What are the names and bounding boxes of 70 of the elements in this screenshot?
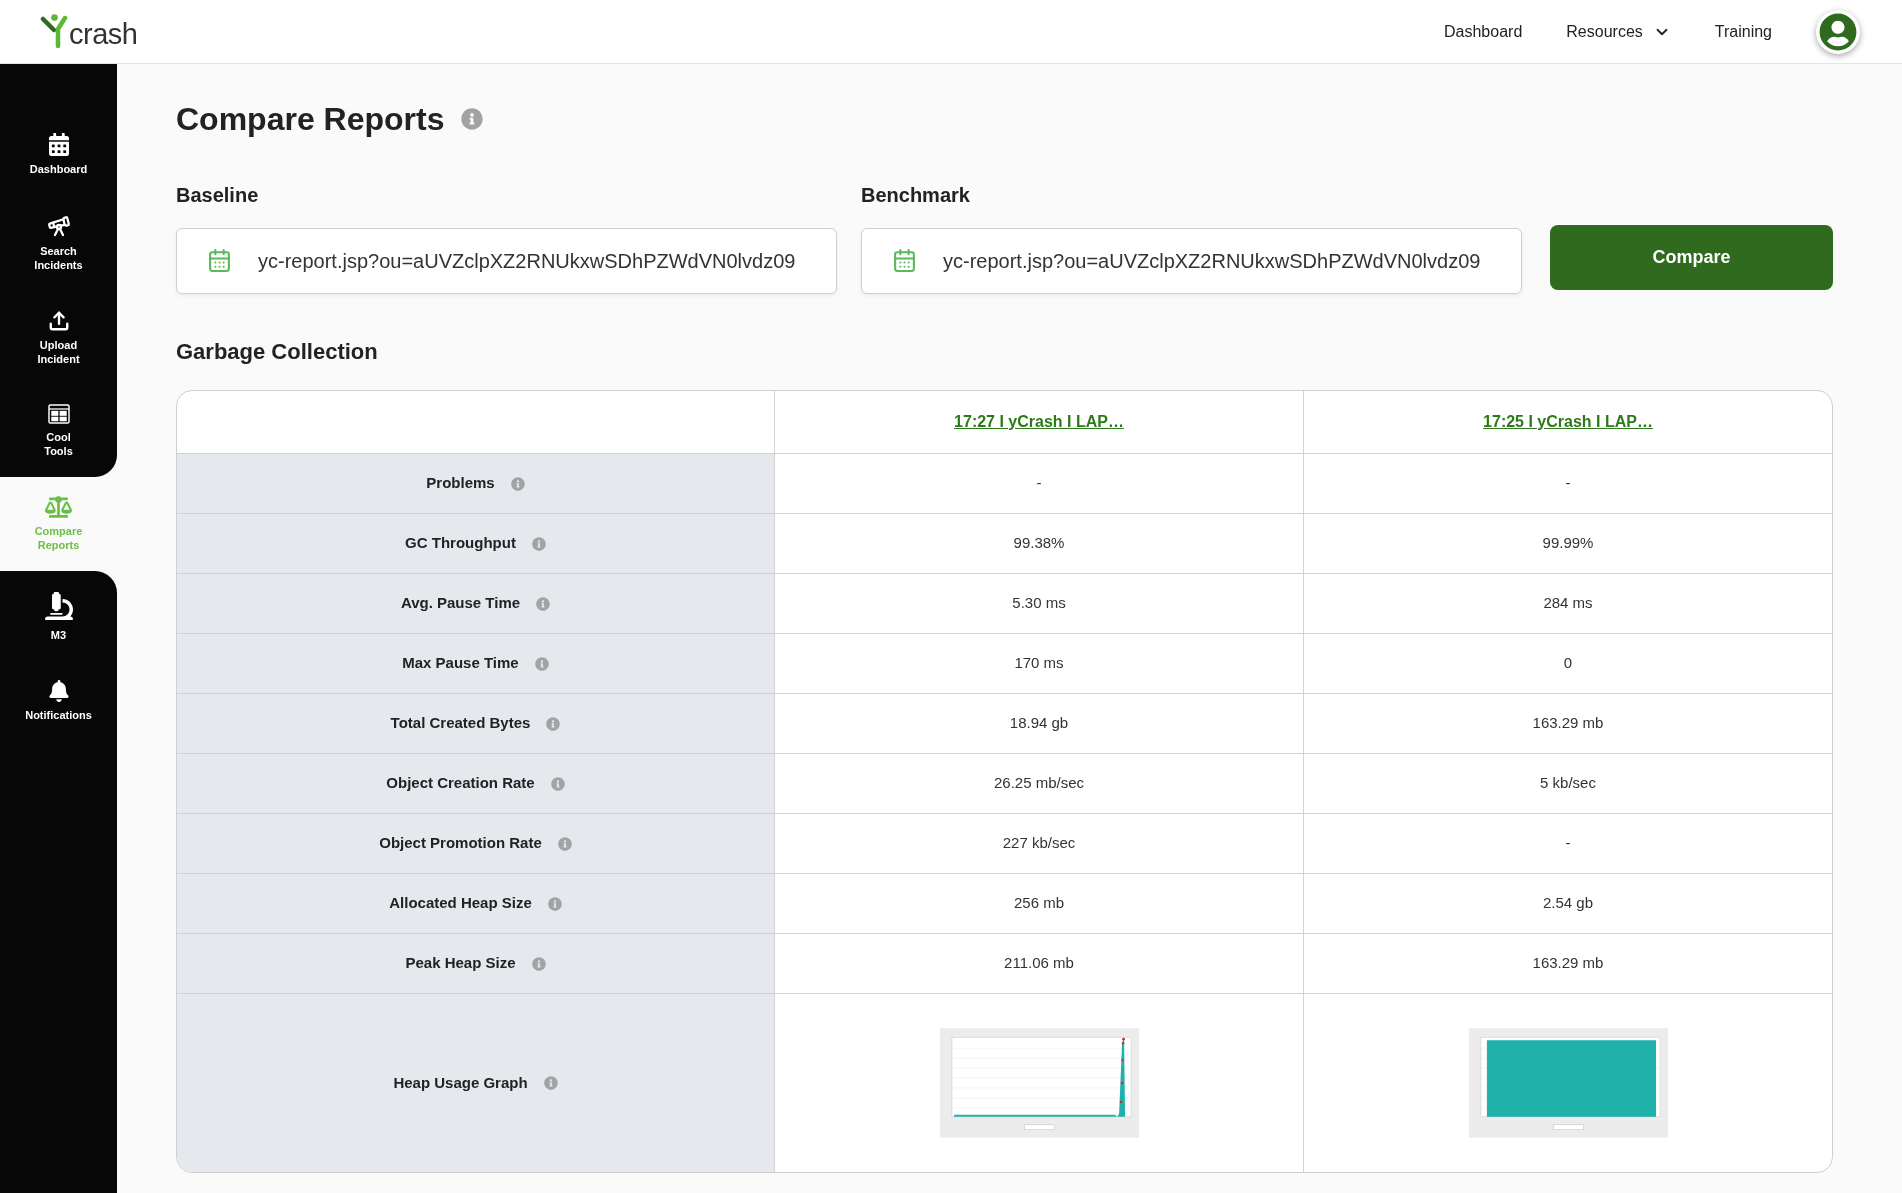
info-icon <box>543 1076 558 1090</box>
info-icon <box>557 836 572 851</box>
account-button[interactable] <box>1816 9 1860 54</box>
sidebar-item[interactable]: M3 <box>0 571 117 661</box>
table-cell: 256 mb <box>774 874 1303 934</box>
info-icon <box>547 896 562 911</box>
report-link[interactable]: 17:27 I yCrash I LAP… <box>954 410 1124 434</box>
table-cell: 2.54 gb <box>1303 874 1832 934</box>
section-heading: Garbage Collection <box>176 338 379 366</box>
url-input-field[interactable]: yc-report.jsp?ou=aUVZclpXZ2RNUkxwSDhPZWdVN0lvdz09 <box>861 228 1522 294</box>
sidebar-item[interactable]: Search Incidents <box>0 195 117 291</box>
info-icon <box>460 108 483 130</box>
info-icon <box>550 776 565 791</box>
table-cell: 5 kb/sec <box>1303 754 1832 814</box>
user-avatar-icon <box>1819 12 1857 51</box>
info-icon <box>531 956 546 971</box>
info-icon <box>510 476 525 491</box>
table-cell: 26.25 mb/sec <box>774 754 1303 814</box>
table-cell: 99.38% <box>774 514 1303 574</box>
row-label: Object Promotion Rate <box>379 833 542 854</box>
calendar-icon <box>207 248 232 273</box>
upload-icon <box>47 310 70 332</box>
window-grid-icon <box>47 404 70 424</box>
info-icon <box>531 536 546 551</box>
nav-link[interactable]: Training <box>1714 19 1772 44</box>
calendar-icon <box>892 248 917 273</box>
row-label: Peak Heap Size <box>405 953 516 974</box>
table-cell: 227 kb/sec <box>774 814 1303 874</box>
page-title: Compare Reports <box>176 100 445 138</box>
row-label: Max Pause Time <box>402 653 519 674</box>
url-input-field[interactable]: yc-report.jsp?ou=aUVZclpXZ2RNUkxwSDhPZWdVN0lvdz09 <box>176 228 837 294</box>
row-label: Total Created Bytes <box>390 713 531 734</box>
scale-icon <box>45 496 72 518</box>
table-cell: 163.29 mb <box>1303 934 1832 994</box>
field-label: Baseline <box>176 183 260 207</box>
row-label: Object Creation Rate <box>386 773 535 794</box>
info-icon <box>534 656 549 671</box>
sidebar-item[interactable]: Cool Tools <box>0 385 117 477</box>
table-cell: 170 ms <box>774 634 1303 694</box>
nav-dropdown[interactable]: Resources <box>1566 19 1671 44</box>
table-cell: 0 <box>1303 634 1832 694</box>
row-label: Avg. Pause Time <box>400 593 521 614</box>
telescope-icon <box>46 214 71 238</box>
table-cell: 211.06 mb <box>774 934 1303 994</box>
table-cell: 163.29 mb <box>1303 694 1832 754</box>
info-icon <box>546 716 561 731</box>
table-cell: 5.30 ms <box>774 574 1303 634</box>
sidebar-item[interactable]: Notifications <box>0 661 117 741</box>
table-cell: - <box>1303 454 1832 514</box>
row-label: Heap Usage Graph <box>393 1072 528 1093</box>
compare-button[interactable]: Compare <box>1550 225 1833 290</box>
field-label: Benchmark <box>861 183 971 207</box>
table-cell: - <box>774 454 1303 514</box>
table-cell: 18.94 gb <box>774 694 1303 754</box>
sidebar-item[interactable]: Dashboard <box>0 114 117 195</box>
row-label: Allocated Heap Size <box>389 893 532 914</box>
row-label: Problems <box>426 473 495 494</box>
info-icon <box>536 596 551 611</box>
table-cell: 284 ms <box>1303 574 1832 634</box>
person-logo-icon <box>40 14 68 49</box>
logo-text: crash <box>69 19 138 49</box>
calendar-icon <box>48 133 69 156</box>
table-cell: 99.99% <box>1303 514 1832 574</box>
row-label: GC Throughput <box>405 533 516 554</box>
table-cell: - <box>1303 814 1832 874</box>
microscope-icon <box>44 590 73 622</box>
sidebar-item[interactable]: Upload Incident <box>0 291 117 385</box>
report-link[interactable]: 17:25 I yCrash I LAP… <box>1483 410 1653 434</box>
nav-link[interactable]: Dashboard <box>1444 19 1523 44</box>
bell-icon <box>48 680 69 702</box>
